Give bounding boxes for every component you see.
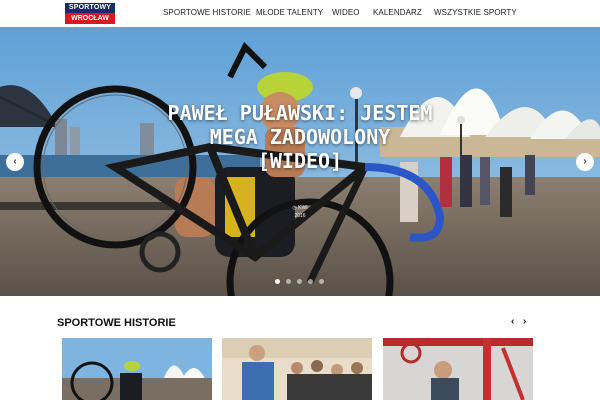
- slider-dot-4[interactable]: [308, 279, 313, 284]
- hero-date: ◷ KWI 2016: [275, 204, 325, 220]
- nav-item-wideo[interactable]: WIDEO: [332, 8, 360, 17]
- story-card-2-image: [222, 338, 372, 400]
- nav-item-wszystkie-sporty[interactable]: WSZYSTKIE SPORTY: [434, 8, 517, 17]
- slider-dot-2[interactable]: [286, 279, 291, 284]
- slider-next-icon[interactable]: ›: [576, 153, 594, 171]
- section-title: SPORTOWE HISTORIE: [57, 317, 176, 329]
- hero-date-line-2: 2016: [294, 213, 306, 219]
- slider-dot-3[interactable]: [297, 279, 302, 284]
- top-navigation-bar: SPORTOWY WROCŁAW SPORTOWE HISTORIE MŁODE…: [0, 0, 600, 27]
- nav-item-sportowe-historie[interactable]: SPORTOWE HISTORIE: [163, 8, 251, 17]
- nav-item-kalendarz[interactable]: KALENDARZ: [373, 8, 422, 17]
- nav-item-mlode-talenty[interactable]: MŁODE TALENTY: [256, 8, 323, 17]
- main-menu: SPORTOWE HISTORIE MŁODE TALENTY WIDEO KA…: [0, 0, 600, 27]
- hero-headline[interactable]: PAWEŁ PUŁAWSKI: JESTEM MEGA ZADOWOLONY […: [165, 101, 435, 173]
- story-card-3-image: [383, 338, 533, 400]
- slider-dot-1[interactable]: [275, 279, 280, 284]
- section-prev-icon[interactable]: ‹: [511, 316, 514, 327]
- story-card-1[interactable]: [62, 338, 212, 400]
- story-card-3[interactable]: [383, 338, 533, 400]
- story-card-2[interactable]: [222, 338, 372, 400]
- hero-date-line-1: ◷ KWI: [292, 205, 308, 211]
- story-card-1-image: [62, 338, 212, 400]
- slider-dot-5[interactable]: [319, 279, 324, 284]
- slider-pagination: [275, 279, 330, 285]
- section-next-icon[interactable]: ›: [523, 316, 526, 327]
- hero-slider[interactable]: PAWEŁ PUŁAWSKI: JESTEM MEGA ZADOWOLONY […: [0, 27, 600, 296]
- slider-prev-icon[interactable]: ‹: [6, 153, 24, 171]
